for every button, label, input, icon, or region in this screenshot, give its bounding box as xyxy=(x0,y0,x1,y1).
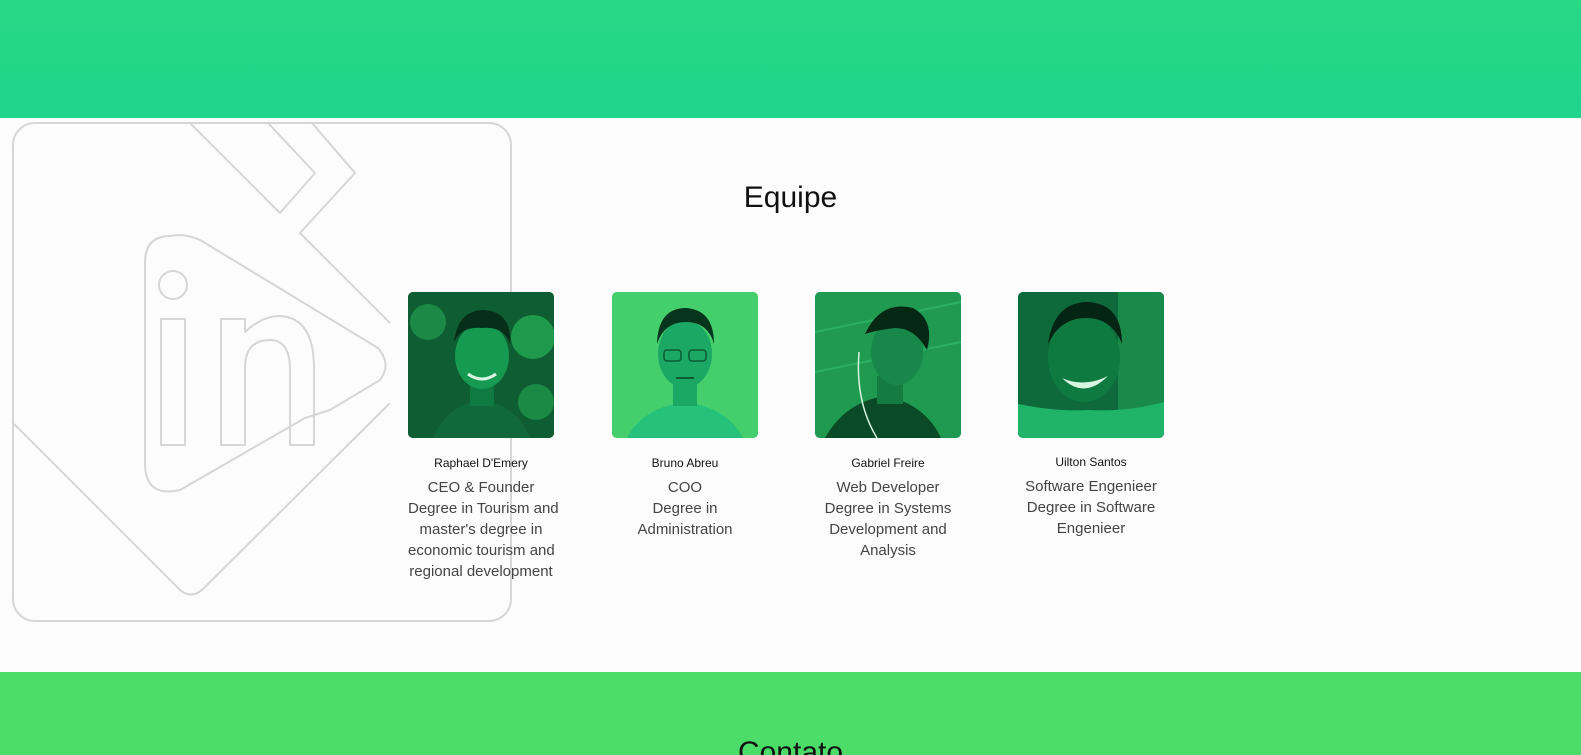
portrait-photo xyxy=(408,292,554,438)
member-name: Bruno Abreu xyxy=(651,456,719,470)
member-description: Web Developer Degree in Systems Developm… xyxy=(824,479,952,559)
member-description: Software Engenieer Degree in Software En… xyxy=(1025,478,1157,537)
member-name: Raphael D'Emery xyxy=(434,456,528,470)
portrait-photo xyxy=(612,292,758,438)
member-name: Gabriel Freire xyxy=(851,456,925,470)
member-description: CEO & Founder Degree in Tourism and mast… xyxy=(408,479,559,580)
top-banner xyxy=(0,0,1581,118)
member-description: COO Degree in Administration xyxy=(637,479,733,538)
contact-title: Contato xyxy=(737,736,844,755)
portrait-photo xyxy=(815,292,961,438)
team-section: Equipe Raphael D'Emery CEO & Founder Deg… xyxy=(0,118,1581,672)
member-name: Uilton Santos xyxy=(1055,455,1127,469)
team-member-card: Bruno Abreu COO Degree in Administration xyxy=(612,292,758,540)
team-member-card: Uilton Santos Software Engenieer Degree … xyxy=(1018,292,1164,539)
portrait-photo xyxy=(1018,292,1164,438)
contact-section: Contato xyxy=(0,672,1581,755)
team-member-card: Gabriel Freire Web Developer Degree in S… xyxy=(815,292,961,561)
team-member-card: Raphael D'Emery CEO & Founder Degree in … xyxy=(408,292,559,582)
team-title: Equipe xyxy=(743,181,838,214)
